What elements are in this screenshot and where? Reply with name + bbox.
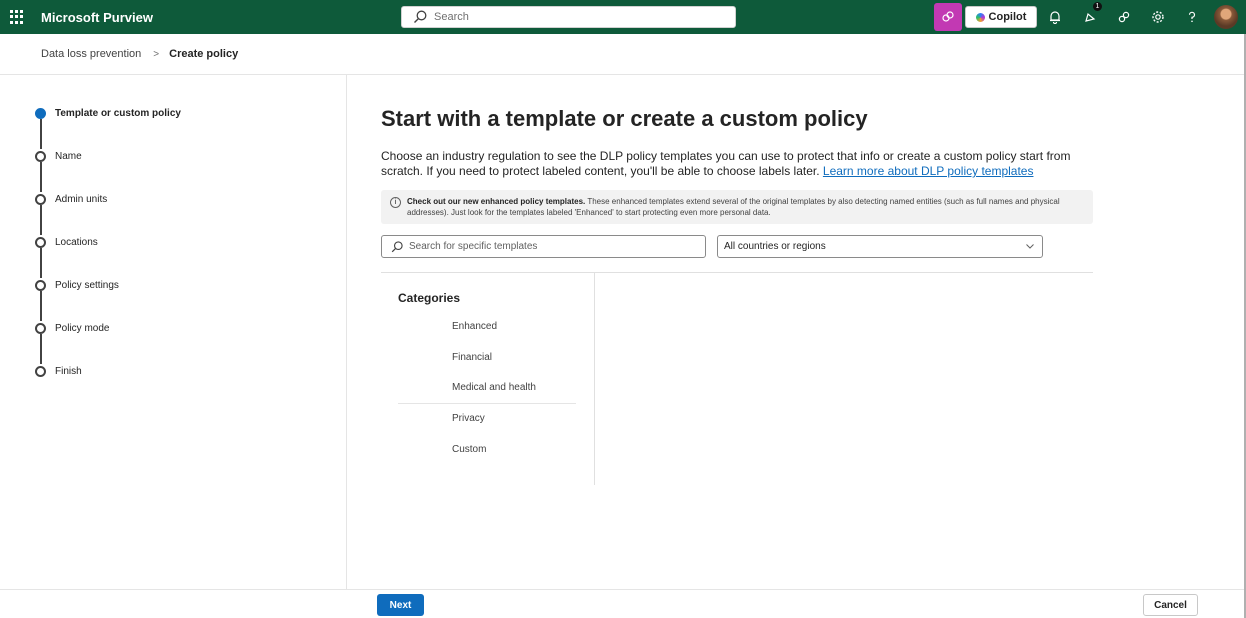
gear-icon (1152, 11, 1164, 23)
learn-more-link[interactable]: Learn more about DLP policy templates (823, 164, 1034, 178)
step-label: Name (55, 150, 82, 162)
bell-icon (1050, 11, 1060, 24)
global-search[interactable] (401, 6, 736, 28)
step-label: Finish (55, 365, 82, 377)
megaphone-icon (1085, 12, 1096, 22)
waffle-icon[interactable] (10, 10, 24, 24)
security-copilot-button[interactable] (934, 3, 962, 31)
breadcrumb-separator: > (153, 48, 160, 60)
breadcrumb-data-loss-prevention[interactable]: Data loss prevention (41, 48, 141, 60)
help-button[interactable] (1178, 4, 1206, 30)
notification-badge: 1 (1093, 2, 1102, 11)
step-connector (40, 334, 42, 364)
category-custom[interactable]: Custom (452, 444, 486, 455)
info-icon: i (390, 197, 401, 208)
step-policy-mode: Policy mode (35, 321, 109, 335)
step-admin-units: Admin units (35, 192, 107, 206)
cancel-button[interactable]: Cancel (1143, 594, 1198, 616)
security-copilot-icon (942, 11, 954, 22)
step-connector (40, 205, 42, 235)
step-locations: Locations (35, 235, 98, 249)
search-input[interactable] (434, 11, 714, 23)
step-name: Name (35, 149, 82, 163)
template-search-input[interactable] (409, 241, 699, 252)
region-dropdown[interactable]: All countries or regions (717, 235, 1043, 258)
category-enhanced[interactable]: Enhanced (452, 321, 497, 332)
wizard-footer: Next Cancel (0, 589, 1246, 618)
copilot-label: Copilot (988, 11, 1027, 23)
notifications-button[interactable] (1041, 4, 1069, 30)
step-label: Locations (55, 236, 98, 248)
step-indicator (35, 279, 46, 291)
chevron-down-icon (1026, 244, 1034, 249)
copilot-icon (975, 12, 985, 22)
people-icon (1118, 11, 1130, 23)
step-indicator (35, 150, 46, 162)
search-icon (414, 10, 427, 23)
info-banner: i Check out our new enhanced policy temp… (381, 190, 1093, 224)
step-connector (40, 119, 42, 149)
step-label: Admin units (55, 193, 108, 205)
category-privacy[interactable]: Privacy (452, 413, 485, 424)
region-selected-value: All countries or regions (724, 241, 826, 252)
page-title: Start with a template or create a custom… (381, 106, 868, 131)
settings-button[interactable] (1144, 4, 1172, 30)
copilot-button[interactable]: Copilot (965, 6, 1037, 28)
breadcrumb-create-policy: Create policy (169, 48, 239, 60)
step-connector (40, 291, 42, 321)
step-indicator (35, 193, 46, 205)
step-finish: Finish (35, 364, 82, 378)
template-search[interactable] (381, 235, 706, 258)
step-indicator (35, 322, 46, 334)
step-indicator (35, 365, 46, 377)
top-bar: Microsoft Purview Copilot 1 (0, 0, 1246, 34)
step-policy-settings: Policy settings (35, 278, 119, 292)
step-label: Policy mode (55, 322, 110, 334)
categories-pane: Categories Enhanced Financial Medical an… (381, 273, 595, 485)
breadcrumb: Data loss prevention > Create policy (0, 34, 1246, 75)
whats-new-button[interactable]: 1 (1076, 2, 1104, 30)
avatar[interactable] (1214, 5, 1238, 29)
step-label: Policy settings (55, 279, 119, 291)
category-divider (398, 403, 576, 404)
community-button[interactable] (1110, 4, 1138, 30)
step-template-or-custom-policy: Template or custom policy (35, 106, 181, 120)
step-connector (40, 248, 42, 278)
category-medical-and-health[interactable]: Medical and health (452, 382, 536, 393)
app-name[interactable]: Microsoft Purview (41, 10, 153, 25)
step-indicator (35, 236, 46, 248)
categories-heading: Categories (398, 291, 461, 305)
info-bold-text: Check out our new enhanced policy templa… (407, 197, 586, 206)
step-active-indicator (35, 107, 46, 119)
step-label: Template or custom policy (55, 107, 181, 119)
next-button[interactable]: Next (377, 594, 424, 616)
category-financial[interactable]: Financial (452, 352, 492, 363)
page-description: Choose an industry regulation to see the… (381, 149, 1093, 179)
help-icon (1188, 11, 1196, 23)
search-icon (391, 240, 403, 252)
wizard-steps: Template or custom policy Name Admin uni… (0, 75, 347, 589)
step-connector (40, 162, 42, 192)
